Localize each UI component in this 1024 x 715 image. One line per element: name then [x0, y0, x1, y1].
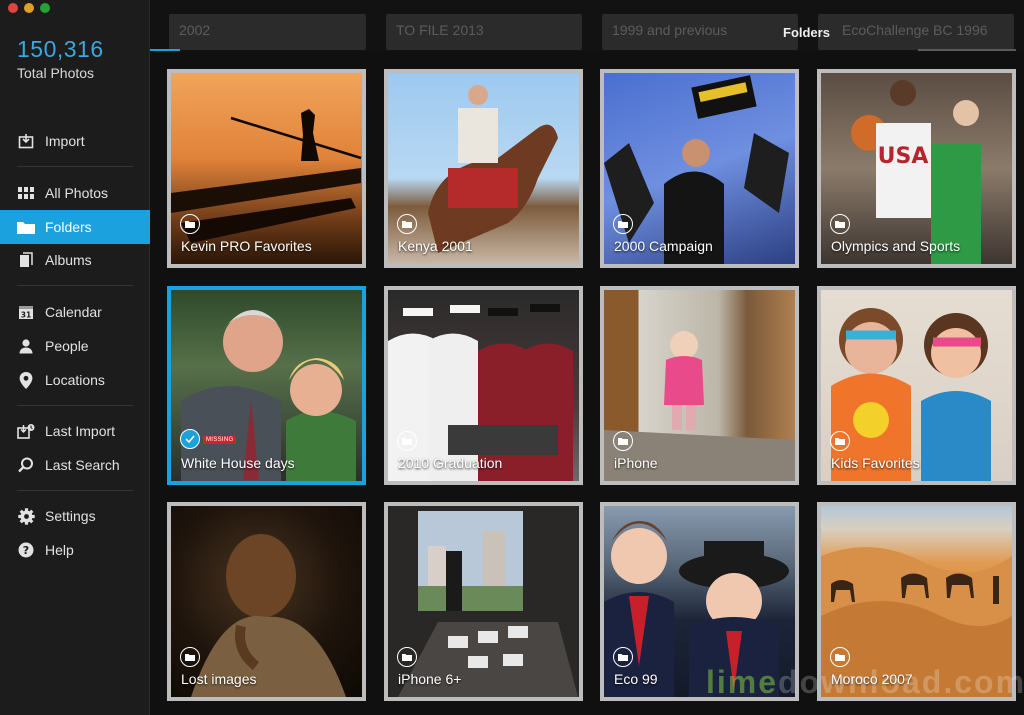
sidebar-item-last-search[interactable]: Last Search: [0, 448, 150, 482]
folder-label: Kenya 2001: [398, 238, 473, 254]
sidebar-item-label: Folders: [45, 219, 92, 235]
top-bar: 2002 TO FILE 2013 1999 and previous EcoC…: [150, 0, 1024, 52]
folder-thumbnail: Lost images: [171, 506, 362, 697]
folder-label: Kevin PRO Favorites: [181, 238, 312, 254]
folder-label: 2000 Campaign: [614, 238, 713, 254]
last-import-icon: [17, 422, 35, 440]
folder-label: iPhone: [614, 455, 658, 471]
sidebar-item-calendar[interactable]: 31 Calendar: [0, 295, 150, 329]
breadcrumb-folder[interactable]: 2002: [169, 14, 366, 50]
help-icon: ?: [17, 541, 35, 559]
divider: [17, 490, 133, 491]
folder-label: Lost images: [181, 671, 257, 687]
folder-thumbnail: Kids Favorites: [821, 290, 1012, 481]
total-photos-label: Total Photos: [17, 65, 95, 81]
sidebar-item-label: Albums: [45, 252, 92, 268]
sidebar-item-import[interactable]: Import: [0, 124, 150, 158]
calendar-icon: 31: [17, 303, 35, 321]
zoom-window-button[interactable]: [40, 3, 50, 13]
divider: [17, 285, 133, 286]
sidebar-item-label: People: [45, 338, 89, 354]
svg-text:?: ?: [23, 544, 29, 557]
folder-thumbnail: MISSING White House days: [171, 290, 362, 481]
folder-label: White House days: [181, 455, 295, 471]
svg-text:USA: USA: [878, 144, 929, 169]
folder-thumbnail: Kenya 2001: [388, 73, 579, 264]
folder-badge-icon: [397, 647, 417, 667]
folder-badge-icon: [397, 214, 417, 234]
sidebar-item-albums[interactable]: Albums: [0, 243, 150, 277]
missing-badge: MISSING: [203, 436, 237, 444]
sidebar-item-label: Help: [45, 542, 74, 558]
sidebar-item-label: Last Search: [45, 457, 120, 473]
folder-tile[interactable]: Kenya 2001: [384, 69, 583, 268]
sidebar-item-people[interactable]: People: [0, 329, 150, 363]
folder-badge-icon: [830, 214, 850, 234]
folder-tile[interactable]: 2000 Campaign: [600, 69, 799, 268]
folder-thumbnail: 2000 Campaign: [604, 73, 795, 264]
close-window-button[interactable]: [8, 3, 18, 13]
breadcrumb-folder[interactable]: TO FILE 2013: [386, 14, 582, 50]
selected-check-icon: [180, 429, 200, 449]
page-title: Folders: [783, 25, 830, 40]
location-pin-icon: [17, 371, 35, 389]
sidebar-item-all-photos[interactable]: All Photos: [0, 176, 150, 210]
folder-label: 2010 Graduation: [398, 455, 503, 471]
folder-badge-icon: [613, 431, 633, 451]
album-icon: [17, 251, 35, 269]
sidebar-item-label: Last Import: [45, 423, 116, 439]
grid-icon: [17, 184, 35, 202]
person-icon: [17, 337, 35, 355]
minimize-window-button[interactable]: [24, 3, 34, 13]
breadcrumb-folder[interactable]: EcoChallenge BC 1996: [818, 14, 1014, 50]
folder-badge-icon: [613, 214, 633, 234]
divider: [17, 405, 133, 406]
folder-thumbnail: Kevin PRO Favorites: [171, 73, 362, 264]
folder-thumbnail: USA Olympics and Sports: [821, 73, 1012, 264]
folder-tile[interactable]: iPhone: [600, 286, 799, 485]
sidebar-item-label: Settings: [45, 508, 96, 524]
folder-tile[interactable]: Kids Favorites: [817, 286, 1016, 485]
sidebar-item-settings[interactable]: Settings: [0, 499, 150, 533]
sidebar-item-folders[interactable]: Folders: [0, 210, 150, 244]
folder-badge-icon: [180, 214, 200, 234]
folder-thumbnail: iPhone: [604, 290, 795, 481]
tab-indicator: [150, 49, 180, 51]
folder-label: Olympics and Sports: [831, 238, 961, 254]
folder-icon: [17, 218, 35, 236]
folder-tile-selected[interactable]: MISSING White House days: [167, 286, 366, 485]
sidebar-item-locations[interactable]: Locations: [0, 363, 150, 397]
import-icon: [17, 132, 35, 150]
folder-thumbnail: iPhone 6+: [388, 506, 579, 697]
svg-text:31: 31: [21, 311, 31, 320]
sidebar-item-label: Locations: [45, 372, 105, 388]
title-underline: [918, 49, 1016, 51]
divider: [17, 166, 133, 167]
watermark: limedownload.com: [706, 664, 1024, 700]
breadcrumb-folder[interactable]: 1999 and previous: [602, 14, 798, 50]
gear-icon: [17, 507, 35, 525]
window-controls: [8, 3, 50, 13]
sidebar-item-label: All Photos: [45, 185, 109, 201]
folder-badge-icon: [397, 431, 417, 451]
sidebar-item-help[interactable]: ? Help: [0, 533, 150, 567]
folder-badge-icon: [613, 647, 633, 667]
folder-tile[interactable]: 2010 Graduation: [384, 286, 583, 485]
folder-badge-icon: [180, 647, 200, 667]
folder-tile[interactable]: Kevin PRO Favorites: [167, 69, 366, 268]
folder-tile[interactable]: USA Olympics and Sports: [817, 69, 1016, 268]
folder-label: iPhone 6+: [398, 671, 462, 687]
folder-thumbnail: 2010 Graduation: [388, 290, 579, 481]
folder-label: Eco 99: [614, 671, 658, 687]
folder-label: Kids Favorites: [831, 455, 920, 471]
search-icon: [17, 456, 35, 474]
total-photos-count: 150,316: [17, 36, 104, 62]
sidebar-item-last-import[interactable]: Last Import: [0, 414, 150, 448]
sidebar-item-label: Import: [45, 133, 85, 149]
folder-tile[interactable]: iPhone 6+: [384, 502, 583, 701]
sidebar: 150,316 Total Photos Import All Photos F…: [0, 0, 150, 715]
sidebar-item-label: Calendar: [45, 304, 102, 320]
folder-tile[interactable]: Lost images: [167, 502, 366, 701]
folder-badge-icon: [830, 431, 850, 451]
